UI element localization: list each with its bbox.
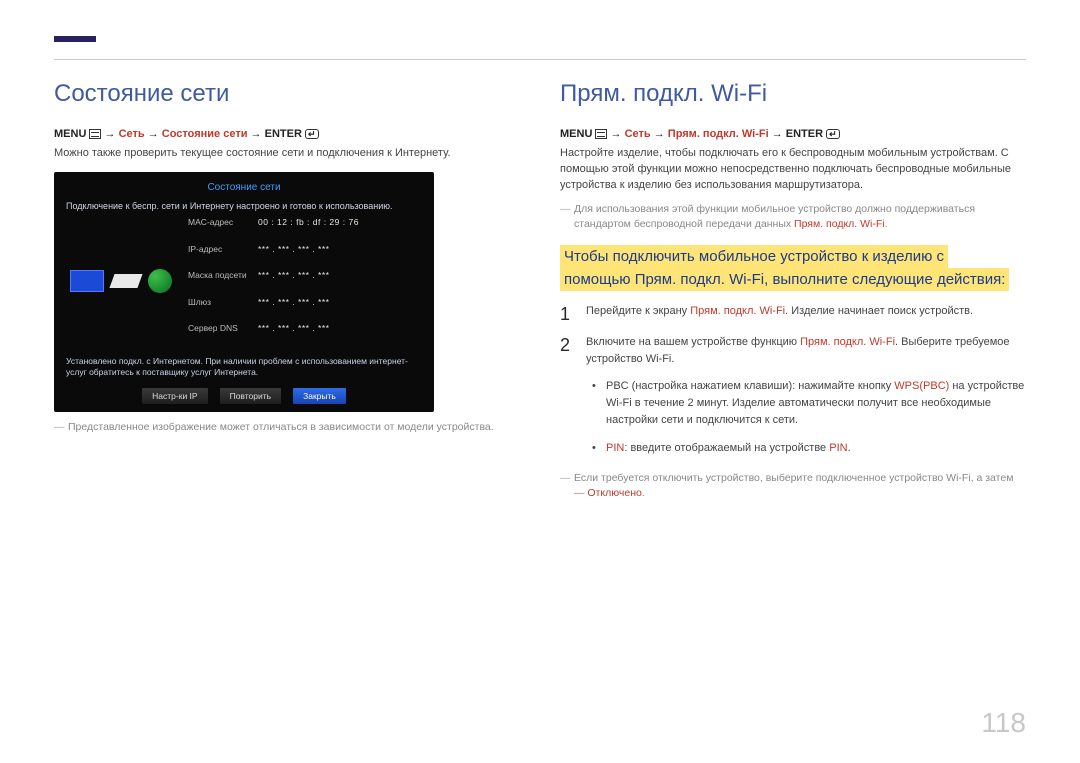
step-2: Включите на вашем устройстве функцию Пря… xyxy=(560,334,1026,456)
mock-info-table: MAC-адрес00 : 12 : fb : df : 29 : 76 IP-… xyxy=(188,217,422,346)
page-number: 118 xyxy=(981,707,1026,739)
col-network-status: Состояние сети MENU → Сеть → Состояние с… xyxy=(54,80,520,507)
screenshot-network-status: Состояние сети Подключение к беспр. сети… xyxy=(54,172,434,412)
ip-settings-button[interactable]: Настр-ки IP xyxy=(142,388,207,404)
enter-icon xyxy=(305,129,319,139)
heading-wifi-direct: Прям. подкл. Wi-Fi xyxy=(560,80,1026,108)
steps-list: Перейдите к экрану Прям. подкл. Wi-Fi. И… xyxy=(560,303,1026,456)
desc-wifi-direct: Настройте изделие, чтобы подключать его … xyxy=(560,146,1026,194)
menu-icon xyxy=(89,129,101,139)
globe-icon xyxy=(148,269,172,293)
bullet-pin: PIN: введите отображаемый на устройстве … xyxy=(586,440,1026,457)
note-disconnect: Если требуется отключить устройство, выб… xyxy=(560,471,1026,501)
menu-path-network-status: MENU → Сеть → Состояние сети → ENTER xyxy=(54,128,520,140)
bullet-pbc: PBC (настройка нажатием клавиши): нажима… xyxy=(586,378,1026,429)
close-button[interactable]: Закрыть xyxy=(293,388,346,404)
step-1: Перейдите к экрану Прям. подкл. Wi-Fi. И… xyxy=(560,303,1026,320)
mock-connection-diagram xyxy=(66,217,176,346)
desc-network-status: Можно также проверить текущее состояние … xyxy=(54,146,520,162)
menu-icon xyxy=(595,129,607,139)
mock-message: Установлено подкл. с Интернетом. При нал… xyxy=(66,356,422,378)
col-wifi-direct: Прям. подкл. Wi-Fi MENU → Сеть → Прям. п… xyxy=(560,80,1026,507)
mock-title: Состояние сети xyxy=(66,182,422,193)
mock-topline: Подключение к беспр. сети и Интернету на… xyxy=(66,201,422,211)
menu-path-wifi-direct: MENU → Сеть → Прям. подкл. Wi-Fi → ENTER xyxy=(560,128,1026,140)
retry-button[interactable]: Повторить xyxy=(220,388,282,404)
heading-network-status: Состояние сети xyxy=(54,80,520,108)
caption-image-disclaimer: Представленное изображение может отличат… xyxy=(54,420,520,435)
enter-icon xyxy=(826,129,840,139)
screen-icon xyxy=(70,270,104,292)
router-icon xyxy=(109,274,142,288)
note-wifi-direct-support: Для использования этой функции мобильное… xyxy=(560,202,1026,232)
highlight-instructions: Чтобы подключить мобильное устройство к … xyxy=(560,246,1026,291)
header-rule xyxy=(54,36,1026,60)
